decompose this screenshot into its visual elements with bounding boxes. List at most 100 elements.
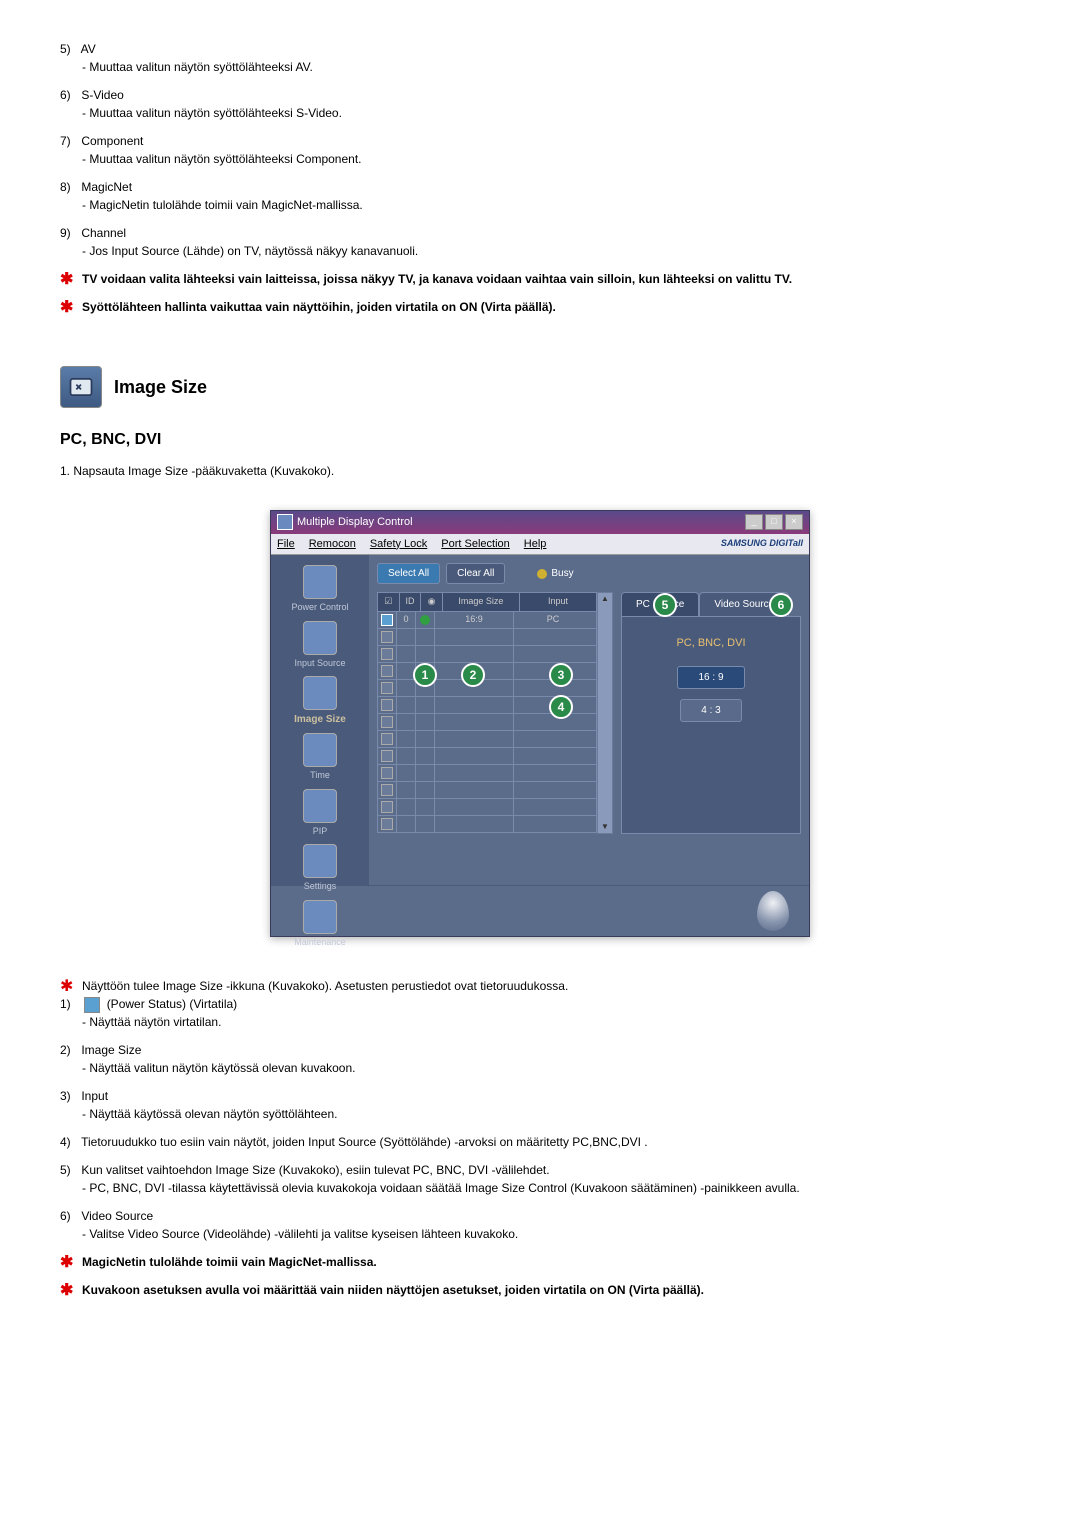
list-num: 5) bbox=[60, 40, 78, 58]
app-icon bbox=[277, 514, 293, 530]
table-row-empty bbox=[377, 765, 597, 782]
row-checkbox[interactable] bbox=[381, 699, 393, 711]
row-checkbox[interactable] bbox=[381, 784, 393, 796]
section-header: Image Size bbox=[60, 366, 1020, 408]
sidebar-label: Image Size bbox=[275, 712, 365, 727]
menu-port-selection[interactable]: Port Selection bbox=[441, 536, 509, 553]
sidebar-item-settings[interactable]: Settings bbox=[275, 844, 365, 894]
row-input: PC bbox=[514, 612, 592, 628]
row-checkbox[interactable] bbox=[381, 733, 393, 745]
settings-icon bbox=[303, 844, 337, 878]
list-title: Channel bbox=[81, 226, 126, 240]
sidebar-item-time[interactable]: Time bbox=[275, 733, 365, 783]
window-title: Multiple Display Control bbox=[297, 514, 413, 531]
row-checkbox[interactable] bbox=[381, 614, 393, 626]
row-size: 16:9 bbox=[435, 612, 514, 628]
busy-label: Busy bbox=[551, 566, 573, 581]
app-screenshot: Multiple Display Control _ □ × File Remo… bbox=[270, 510, 810, 937]
row-checkbox[interactable] bbox=[381, 767, 393, 779]
table-row-empty bbox=[377, 748, 597, 765]
row-checkbox[interactable] bbox=[381, 682, 393, 694]
menubar: File Remocon Safety Lock Port Selection … bbox=[271, 534, 809, 556]
list-item-9: 9) Channel - Jos Input Source (Lähde) on… bbox=[60, 224, 1020, 260]
close-button[interactable]: × bbox=[785, 514, 803, 530]
table-row-empty bbox=[377, 816, 597, 833]
option-16-9[interactable]: 16 : 9 bbox=[677, 666, 744, 689]
sidebar: Power Control Input Source Image Size Ti… bbox=[271, 555, 369, 885]
sidebar-label: PIP bbox=[275, 825, 365, 839]
sidebar-label: Input Source bbox=[275, 657, 365, 671]
busy-indicator: Busy bbox=[537, 566, 573, 581]
table-row-empty bbox=[377, 799, 597, 816]
sidebar-item-pip[interactable]: PIP bbox=[275, 789, 365, 839]
list-item-b3: 3) Input - Näyttää käytössä olevan näytö… bbox=[60, 1087, 1020, 1123]
callout-2: 2 bbox=[461, 663, 485, 687]
section-title: Image Size bbox=[114, 374, 207, 401]
table-row-empty bbox=[377, 731, 597, 748]
list-desc: - Muuttaa valitun näytön syöttölähteeksi… bbox=[82, 104, 1020, 122]
note-magicnet: MagicNetin tulolähde toimii vain MagicNe… bbox=[60, 1253, 1020, 1271]
th-input: Input bbox=[520, 593, 596, 611]
menu-file[interactable]: File bbox=[277, 536, 295, 553]
menu-help[interactable]: Help bbox=[524, 536, 547, 553]
list-item-b2: 2) Image Size - Näyttää valitun näytön k… bbox=[60, 1041, 1020, 1077]
th-check: ☑ bbox=[378, 593, 400, 611]
sidebar-label: Time bbox=[275, 769, 365, 783]
list-num: 6) bbox=[60, 1207, 78, 1225]
sidebar-label: Power Control bbox=[275, 601, 365, 615]
note-tv-source: TV voidaan valita lähteeksi vain laittei… bbox=[60, 270, 1020, 288]
menubar-items: File Remocon Safety Lock Port Selection … bbox=[277, 536, 546, 553]
subsection-title: PC, BNC, DVI bbox=[60, 428, 1020, 452]
list-desc: - Muuttaa valitun näytön syöttölähteeksi… bbox=[82, 150, 1020, 168]
list-title: Tietoruudukko tuo esiin vain näytöt, joi… bbox=[81, 1135, 648, 1149]
row-checkbox[interactable] bbox=[381, 665, 393, 677]
note-image-size-setting: Kuvakoon asetuksen avulla voi määrittää … bbox=[60, 1281, 1020, 1299]
sidebar-label: Maintenance bbox=[275, 936, 365, 950]
tab-content: PC, BNC, DVI 16 : 9 4 : 3 bbox=[621, 616, 801, 834]
top-controls: Select All Clear All Busy bbox=[377, 563, 801, 584]
callout-3: 3 bbox=[549, 663, 573, 687]
list-item-b6: 6) Video Source - Valitse Video Source (… bbox=[60, 1207, 1020, 1243]
menu-remocon[interactable]: Remocon bbox=[309, 536, 356, 553]
sidebar-item-power-control[interactable]: Power Control bbox=[275, 565, 365, 615]
list-title: Video Source bbox=[81, 1209, 153, 1223]
table-scrollbar[interactable] bbox=[597, 592, 613, 834]
top-list: 5) AV - Muuttaa valitun näytön syöttöläh… bbox=[60, 40, 1020, 260]
list-num: 2) bbox=[60, 1041, 78, 1059]
row-checkbox[interactable] bbox=[381, 818, 393, 830]
menu-safety-lock[interactable]: Safety Lock bbox=[370, 536, 427, 553]
list-title: S-Video bbox=[81, 88, 123, 102]
list-item-b4: 4) Tietoruudukko tuo esiin vain näytöt, … bbox=[60, 1133, 1020, 1151]
sidebar-item-image-size[interactable]: Image Size bbox=[275, 676, 365, 727]
table-row[interactable]: 0 16:9 PC bbox=[377, 612, 597, 629]
list-num: 4) bbox=[60, 1133, 78, 1151]
row-checkbox[interactable] bbox=[381, 750, 393, 762]
callout-1: 1 bbox=[413, 663, 437, 687]
row-checkbox[interactable] bbox=[381, 631, 393, 643]
select-all-button[interactable]: Select All bbox=[377, 563, 440, 584]
option-4-3[interactable]: 4 : 3 bbox=[680, 699, 741, 722]
info-icon[interactable] bbox=[757, 891, 789, 931]
list-desc: - PC, BNC, DVI -tilassa käytettävissä ol… bbox=[82, 1179, 1020, 1197]
main-content: Select All Clear All Busy ☑ ID bbox=[369, 555, 809, 885]
row-checkbox[interactable] bbox=[381, 801, 393, 813]
callout-4: 4 bbox=[549, 695, 573, 719]
list-item-6: 6) S-Video - Muuttaa valitun näytön syöt… bbox=[60, 86, 1020, 122]
list-title: MagicNet bbox=[81, 180, 132, 194]
table-row-empty bbox=[377, 646, 597, 663]
clear-all-button[interactable]: Clear All bbox=[446, 563, 505, 584]
row-checkbox[interactable] bbox=[381, 648, 393, 660]
maximize-button[interactable]: □ bbox=[765, 514, 783, 530]
list-desc: - Jos Input Source (Lähde) on TV, näytös… bbox=[82, 242, 1020, 260]
row-id: 0 bbox=[397, 612, 416, 628]
table-header: ☑ ID ◉ Image Size Input bbox=[377, 592, 597, 612]
power-icon bbox=[303, 565, 337, 599]
row-checkbox[interactable] bbox=[381, 716, 393, 728]
content-row: ☑ ID ◉ Image Size Input 0 16:9 bbox=[377, 592, 801, 834]
th-id: ID bbox=[400, 593, 422, 611]
minimize-button[interactable]: _ bbox=[745, 514, 763, 530]
sidebar-item-maintenance[interactable]: Maintenance bbox=[275, 900, 365, 950]
callout-6: 6 bbox=[769, 593, 793, 617]
sidebar-item-input-source[interactable]: Input Source bbox=[275, 621, 365, 671]
panel-label: PC, BNC, DVI bbox=[632, 635, 790, 652]
